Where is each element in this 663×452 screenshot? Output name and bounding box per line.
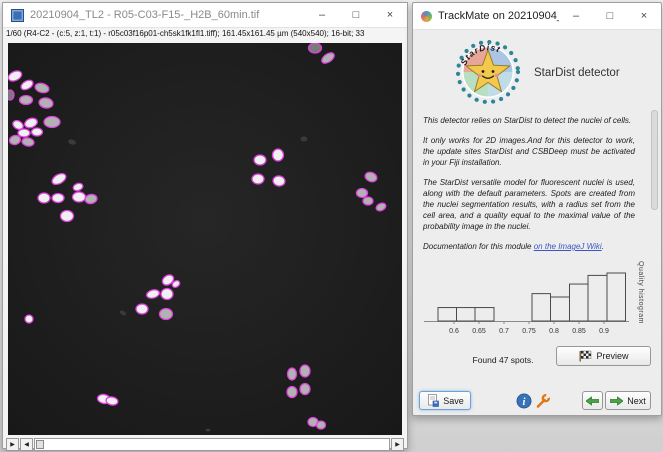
image-info-bar: 1/60 (R4-C2 - (c:5, z:1, t:1) - r05c03f1… [3,28,407,43]
description-paragraph: It only works for 2D images.And for this… [423,135,635,168]
minimize-button[interactable]: – [559,4,593,28]
dialog-scrollbar-thumb[interactable] [651,110,658,210]
next-label: Next [627,396,646,406]
save-label: Save [443,396,464,406]
wrench-icon [535,393,551,409]
imagej-image-window: 20210904_TL2 - R05-C03-F15-_H2B_60min.ti… [2,2,408,449]
quality-histogram-svg: 0.6 0.65 0.7 0.75 0.8 0.85 0.9 [421,259,636,341]
preview-label: Preview [596,351,628,361]
svg-text:0.65: 0.65 [472,328,486,335]
stack-scrollbar-track[interactable] [34,438,390,451]
close-button[interactable]: × [373,3,407,27]
doc-prefix: Documentation for this module [423,242,534,251]
svg-text:0.7: 0.7 [499,328,509,335]
svg-text:0.8: 0.8 [549,328,559,335]
image-canvas[interactable] [8,43,402,435]
preview-button[interactable]: Preview [556,346,651,366]
scroll-right-button[interactable]: ▶ [391,438,404,451]
imagej-wiki-link[interactable]: on the ImageJ Wiki [534,242,602,251]
quality-histogram-label: Quality histogram [637,261,644,341]
trackmate-app-icon [421,11,432,22]
svg-text:i: i [523,397,526,408]
tools-button[interactable] [534,392,552,409]
svg-text:0.75: 0.75 [522,328,536,335]
play-button[interactable]: ▶ [6,438,19,451]
save-icon [426,394,439,407]
previous-button[interactable] [582,391,603,410]
arrow-right-icon [610,396,623,406]
stardist-logo-icon: StarDist [453,37,523,107]
svg-text:0.6: 0.6 [449,328,459,335]
image-window-titlebar[interactable]: 20210904_TL2 - R05-C03-F15-_H2B_60min.ti… [3,3,407,28]
maximize-button[interactable]: □ [339,3,373,27]
arrow-left-icon [586,396,599,406]
maximize-button[interactable]: □ [593,4,627,28]
nuclei-layer [8,43,402,435]
description-paragraph: This detector relies on StarDist to dete… [423,115,635,126]
checkered-flag-icon [578,350,592,362]
scroll-left-button[interactable]: ◀ [20,438,33,451]
info-button[interactable]: i [515,392,533,409]
stack-slider-row: ▶ ◀ ▶ [6,438,404,451]
image-window-title: 20210904_TL2 - R05-C03-F15-_H2B_60min.ti… [30,9,305,21]
documentation-line: Documentation for this module on the Ima… [423,241,635,252]
svg-text:0.9: 0.9 [599,328,609,335]
imagej-app-icon [11,9,24,22]
trackmate-title: TrackMate on 20210904_TL2-R... [438,10,559,22]
description-paragraph: The StarDist versatile model for fluores… [423,177,635,232]
stack-scrollbar-thumb[interactable] [36,440,44,449]
minimize-button[interactable]: – [305,3,339,27]
doc-suffix: . [602,242,604,251]
detector-description: This detector relies on StarDist to dete… [423,115,635,261]
detector-title: StarDist detector [534,67,620,79]
quality-histogram: 0.6 0.65 0.7 0.75 0.8 0.85 0.9 [421,259,636,346]
trackmate-titlebar[interactable]: TrackMate on 20210904_TL2-R... – □ × [413,3,661,30]
save-button[interactable]: Save [419,391,471,410]
close-button[interactable]: × [627,4,661,28]
svg-text:0.85: 0.85 [572,328,586,335]
info-icon: i [516,393,532,409]
next-button[interactable]: Next [605,391,651,410]
trackmate-dialog: TrackMate on 20210904_TL2-R... – □ × Sta… [412,2,662,416]
found-spots-text: Found 47 spots. [433,355,573,365]
